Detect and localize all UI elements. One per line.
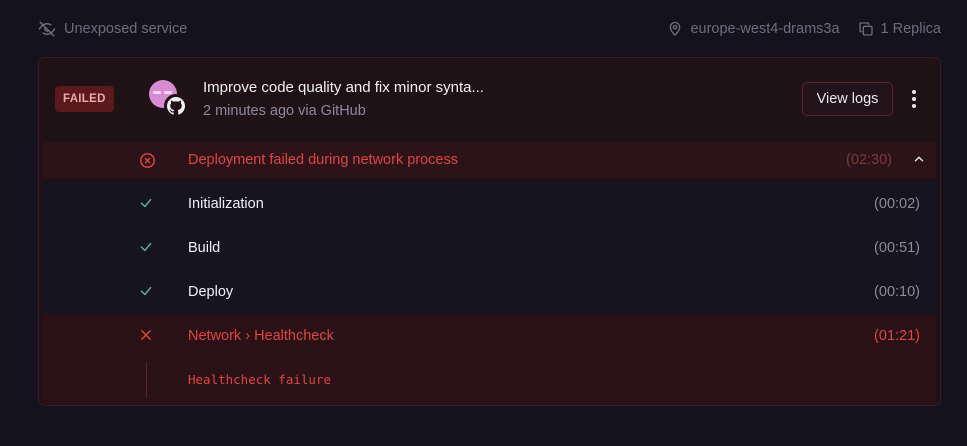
commit-meta: 2 minutes ago via GitHub <box>203 103 366 119</box>
log-line: Healthcheck failure <box>188 372 331 387</box>
step-name: Deploy <box>188 284 234 300</box>
map-pin-icon <box>667 20 683 37</box>
copy-icon <box>858 21 874 37</box>
step-initialization[interactable]: Initialization (00:02) <box>43 182 936 226</box>
step-build[interactable]: Build (00:51) <box>43 226 936 270</box>
deployment-header: FAILED Improve code quality and fix mino… <box>39 58 940 142</box>
check-icon <box>139 196 153 215</box>
exposure-label: Unexposed service <box>64 21 188 37</box>
exposure-status: Unexposed service <box>38 20 187 38</box>
check-icon <box>139 240 153 259</box>
region-info: europe-west4-drams3a <box>667 20 840 37</box>
step-duration: (00:10) <box>874 284 920 300</box>
status-badge: FAILED <box>55 86 114 112</box>
github-icon <box>164 94 188 118</box>
commit-title[interactable]: Improve code quality and fix minor synta… <box>203 79 484 96</box>
step-network-healthcheck[interactable]: Network › Healthcheck (01:21) <box>43 314 936 358</box>
step-name: Network › Healthcheck <box>188 328 334 344</box>
chevron-up-icon[interactable] <box>912 152 926 171</box>
log-divider <box>146 362 147 398</box>
region-label: europe-west4-drams3a <box>690 20 840 37</box>
x-icon <box>139 328 153 347</box>
replica-label: 1 Replica <box>880 20 941 37</box>
step-name: Build <box>188 240 221 256</box>
service-topbar: Unexposed service europe-west4-drams3a 1… <box>0 0 967 58</box>
more-options-icon[interactable] <box>905 88 923 110</box>
step-name: Initialization <box>188 196 264 212</box>
deployment-card[interactable]: FAILED Improve code quality and fix mino… <box>38 57 941 406</box>
circle-x-icon <box>139 152 156 174</box>
step-log: Healthcheck failure <box>43 358 936 404</box>
check-icon <box>139 284 153 303</box>
step-deploy[interactable]: Deploy (00:10) <box>43 270 936 314</box>
step-duration: (00:02) <box>874 196 920 212</box>
deployment-steps: Initialization (00:02) Build (00:51) Dep… <box>43 182 936 404</box>
failure-duration: (02:30) <box>846 152 892 168</box>
step-duration: (00:51) <box>874 240 920 256</box>
failure-message: Deployment failed during network process <box>188 152 458 168</box>
eye-off-icon <box>38 20 56 38</box>
step-duration: (01:21) <box>874 328 920 344</box>
failure-summary-row[interactable]: Deployment failed during network process… <box>43 142 936 178</box>
replica-info: 1 Replica <box>858 21 941 37</box>
view-logs-button[interactable]: View logs <box>802 82 893 116</box>
